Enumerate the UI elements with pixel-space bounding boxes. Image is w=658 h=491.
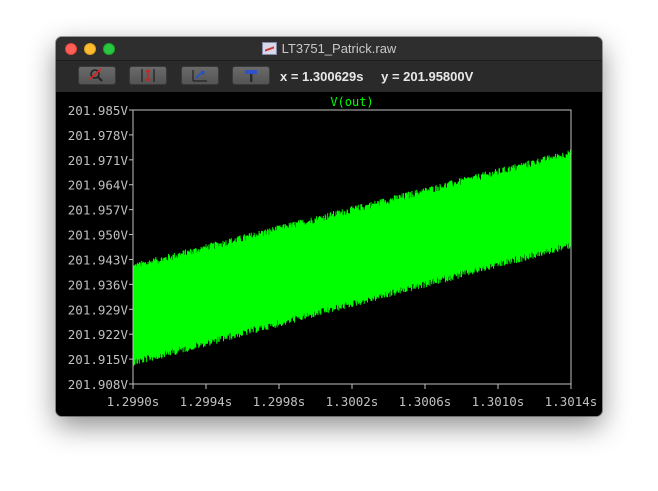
window-title: LT3751_Patrick.raw <box>281 41 397 56</box>
zoom-back-button[interactable] <box>181 66 219 85</box>
cursor-readout: x = 1.300629s y = 201.95800V <box>280 69 487 84</box>
autorange-y-button[interactable] <box>129 66 167 85</box>
title-wrap: LT3751_Patrick.raw <box>56 37 602 60</box>
y-tick-label: 201.943V <box>68 252 129 267</box>
magnifier-icon <box>89 68 103 82</box>
trace-label-vout[interactable]: V(out) <box>330 95 373 109</box>
probe-button[interactable] <box>232 66 270 85</box>
y-tick-label: 201.964V <box>68 178 129 193</box>
x-tick-label: 1.2990s <box>107 394 160 409</box>
hammer-probe-icon <box>245 70 257 82</box>
x-tick-label: 1.3006s <box>399 394 452 409</box>
cursor-x-readout: x = 1.300629s <box>280 69 364 84</box>
waveform-plot[interactable]: V(out) 201.985V 201.978V 201.971V 201.964V 2… <box>56 92 602 416</box>
waveform-window: LT3751_Patrick.raw x = 1.300629s y = 201… <box>56 37 602 416</box>
autorange-icon <box>141 69 155 82</box>
y-tick-label: 201.922V <box>68 327 129 342</box>
x-tick-label: 1.3002s <box>326 394 379 409</box>
x-tick-label: 1.3014s <box>545 394 598 409</box>
x-tick-label: 1.2998s <box>253 394 306 409</box>
plot-area[interactable]: V(out) 201.985V 201.978V 201.971V 201.964V 2… <box>56 92 602 416</box>
cursor-y-readout: y = 201.95800V <box>381 69 474 84</box>
y-tick-label: 201.929V <box>68 302 129 317</box>
y-tick-label: 201.971V <box>68 153 129 168</box>
zoom-back-icon <box>192 70 207 82</box>
x-tick-label: 1.2994s <box>180 394 233 409</box>
x-tick-label: 1.3010s <box>472 394 525 409</box>
y-tick-label: 201.978V <box>68 128 129 143</box>
zoom-button[interactable] <box>78 66 116 85</box>
y-tick-label: 201.915V <box>68 352 129 367</box>
y-tick-label: 201.950V <box>68 228 129 243</box>
y-tick-label: 201.957V <box>68 203 129 218</box>
y-tick-label: 201.908V <box>68 377 129 392</box>
toolbar: x = 1.300629s y = 201.95800V <box>56 61 602 92</box>
waveform-document-icon <box>261 42 277 55</box>
y-tick-label: 201.936V <box>68 277 129 292</box>
y-tick-label: 201.985V <box>68 103 129 118</box>
title-bar[interactable]: LT3751_Patrick.raw <box>56 37 602 61</box>
